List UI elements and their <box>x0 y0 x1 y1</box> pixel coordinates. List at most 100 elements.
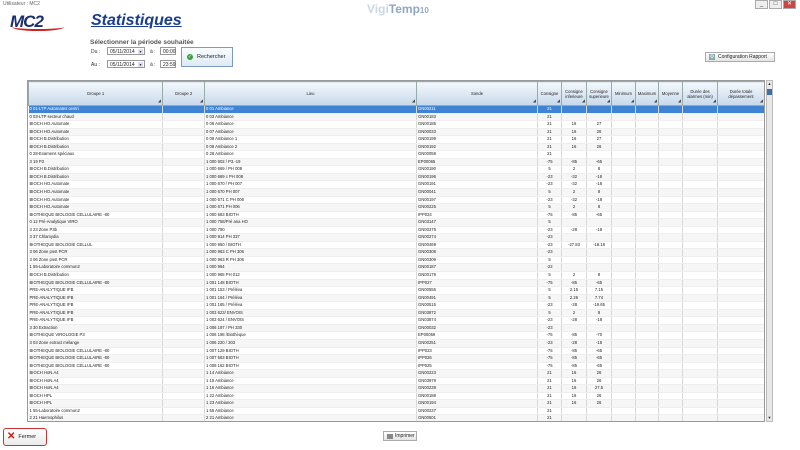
maximize-button[interactable]: □ <box>769 0 782 9</box>
table-row[interactable]: 3 03 Zone extract mélange 1 006 220 / 303… <box>28 339 764 348</box>
sort-icon[interactable]: ◢ <box>631 98 634 103</box>
column-header[interactable]: Durée totale dépassement ◢ <box>717 81 764 106</box>
table-row[interactable]: 0 01-LTP Automates centri 0 01 Ambiance GN… <box>28 105 764 114</box>
table-row[interactable]: 3 06 Zone post PCR 1 000 963 R PH 306 GN00… <box>28 256 764 265</box>
table-row[interactable]: BIOTHEQUE BIOLOGIE CELLULAIRE -80 1 007 5… <box>28 354 764 363</box>
calendar-dropdown-icon[interactable]: ▾ <box>138 62 143 67</box>
table-row[interactable]: BIOCH HO.Automate 1 000 670 PH 007 GN00041… <box>28 188 764 197</box>
table-row[interactable]: 2 21 Haemophilus 2 21 Ambiance GN00501 21 <box>28 414 764 421</box>
column-header[interactable]: Consigne superieure ◢ <box>586 81 612 106</box>
table-row[interactable]: BIOTHEQUE VIROLOGIE P3 1 006 198 /Biothèq… <box>28 331 764 340</box>
minimize-button[interactable]: _ <box>755 0 768 9</box>
table-row[interactable]: BIOTHEQUE BIOLOGIE CELLUL 1 000 950 / BIO… <box>28 241 764 250</box>
table-row[interactable]: BIOCH B.Distribution 0 08 Ambiance 1 GN001… <box>28 135 764 144</box>
table-row[interactable]: PRE-ANALYTIQUE IFB 1 001 164 / Préléva GN0… <box>28 294 764 303</box>
table-row[interactable]: BIOCH HoN.A4 1 15 Ambiance GN03979 21 16 26 <box>28 377 764 386</box>
table-cell: BIOCH HO.Automate <box>28 180 163 189</box>
table-row[interactable]: 0 03-LTP secteur chaud 0 03 Ambiance GN001… <box>28 113 764 122</box>
table-row[interactable]: BIOCH HPL 1 23 Ambiance GN00194 21 16 26 <box>28 399 764 408</box>
column-header[interactable]: Minimum ◢ <box>611 81 636 106</box>
table-row[interactable]: BIOCH B.Distribution 0 08 Ambiance 2 GN001… <box>28 143 764 152</box>
table-row[interactable]: PRE-ANALYTIQUE IFB 1 001 165 / Préléva GN0… <box>28 301 764 310</box>
table-cell <box>717 135 764 144</box>
column-header[interactable]: Lieu ◢ <box>204 81 417 106</box>
table-row[interactable]: BIOCH HO.Automate 1 000 670 / PH 007 GN001… <box>28 180 764 189</box>
calendar-dropdown-icon[interactable]: ▾ <box>138 49 143 54</box>
sort-icon[interactable]: ◢ <box>582 98 585 103</box>
table-row[interactable]: 1 55-Laboratoire commun2 1 000 964 GN00187… <box>28 263 764 273</box>
table-cell <box>658 263 683 273</box>
column-header[interactable]: Consigne inferieure ◢ <box>561 81 587 106</box>
table-cell <box>162 256 205 265</box>
scroll-thumb[interactable] <box>767 89 772 95</box>
sort-icon[interactable]: ◢ <box>158 98 161 103</box>
table-row[interactable]: BIOCH HO.Automate 0 07 Ambiance GN00033 21 1… <box>28 128 764 137</box>
sort-icon[interactable]: ◢ <box>678 98 681 103</box>
table-row[interactable]: BIOCH HO.Automate 0 06 Ambiance GN00185 21 1… <box>28 120 764 129</box>
table-cell: BIOCH HO.Automate <box>28 196 163 205</box>
table-row[interactable]: BIOTHEQUE BIOLOGIE CELLULAIRE -80 1 001 1… <box>28 279 764 288</box>
table-row[interactable]: 1 55-Laboratoire commun2 1 55 Ambiance GN0… <box>28 407 764 416</box>
table-cell <box>682 347 718 356</box>
table-row[interactable]: BIOCH B.Distribution 1 000 669 c PH 008 GN… <box>28 173 764 182</box>
sort-icon[interactable]: ◢ <box>713 98 716 103</box>
column-header[interactable]: Moyenne ◢ <box>658 81 683 106</box>
search-button[interactable]: ✓ Rechercher <box>181 47 233 67</box>
table-row[interactable]: BIOCH HPL 1 22 Ambiance GN00188 21 16 26 <box>28 392 764 401</box>
table-cell <box>717 414 764 421</box>
table-scrollbar[interactable]: ▲ ▼ <box>766 80 773 422</box>
close-button[interactable]: ✕ Fermer <box>3 428 47 446</box>
table-cell <box>658 203 683 212</box>
to-date-field[interactable]: 05/11/2014 ▾ <box>107 60 145 68</box>
sort-icon[interactable]: ◢ <box>533 98 536 103</box>
from-date-field[interactable]: 05/11/2014 ▾ <box>107 47 145 55</box>
scroll-up-icon[interactable]: ▲ <box>767 81 772 87</box>
column-header[interactable]: Groupe 1 ◢ <box>28 81 163 106</box>
column-header[interactable]: Durée des alarmes (min) ◢ <box>682 81 718 106</box>
scroll-down-icon[interactable]: ▼ <box>767 415 772 421</box>
sort-icon[interactable]: ◢ <box>557 98 560 103</box>
column-header[interactable]: Sonde ◢ <box>416 81 538 106</box>
table-row[interactable]: PRE-ANALYTIQUE IFB 1 003 624 / ENVOIS GN03… <box>28 316 764 325</box>
table-row[interactable]: 0 28-Examens spéciaux 0 28 Ambiance GN0005… <box>28 150 764 159</box>
sort-icon[interactable]: ◢ <box>607 98 610 103</box>
table-row[interactable]: 3 06 Zone post PCR 1 000 963 C PH 306 GN00… <box>28 248 764 257</box>
table-cell <box>635 392 659 401</box>
table-row[interactable]: BIOCH HO.Automate 1 000 671 PH 006 GN00225… <box>28 203 764 212</box>
table-row[interactable]: PRE-ANALYTIQUE IFB 1 001 153 / Préléva GN0… <box>28 286 764 295</box>
table-cell <box>635 263 659 273</box>
table-cell: BIOCH HPL <box>28 392 163 401</box>
column-header[interactable]: Groupe 2 ◢ <box>162 81 205 106</box>
table-cell: -85 <box>561 158 587 167</box>
table-row[interactable]: PRE-ANALYTIQUE IFB 1 003 623/ ENVOIS GN038… <box>28 309 764 318</box>
table-row[interactable]: BIOTHEQUE BIOLOGIE CELLULAIRE -80 1 000 6… <box>28 211 764 220</box>
table-row[interactable]: BIOCH HO.Automate 1 000 671 C PH 006 GN001… <box>28 196 764 205</box>
column-header[interactable]: Consigne ◢ <box>537 81 562 106</box>
sort-icon[interactable]: ◢ <box>654 98 657 103</box>
table-row[interactable]: 3 37 Chlamydia 1 000 914 PH 337 GN00274 -23 <box>28 233 764 242</box>
from-time-field[interactable]: 00:00 <box>160 47 176 55</box>
sort-icon[interactable]: ◢ <box>412 98 415 103</box>
table-cell <box>682 226 718 235</box>
table-cell <box>635 226 659 235</box>
table-row[interactable]: BIOCH HoN.A4 1 14 Ambiance GN00223 21 16 26 <box>28 369 764 378</box>
table-row[interactable]: 3 19 P3 1 000 602 / P3.-19 EP00065 -75 -85 -6… <box>28 158 764 167</box>
close-window-button[interactable]: ✕ <box>783 0 796 9</box>
table-cell <box>162 173 205 182</box>
table-row[interactable]: BIOCH B.Distribution 1 000 965 PH 012 GN00… <box>28 271 764 280</box>
table-row[interactable]: 0 12 Pré-Analytique VIRO 1 000 758/Pré an… <box>28 218 764 227</box>
table-row[interactable]: 3 23 Zone P3b 1 000 790 GN00275 -23 -28 -18 <box>28 226 764 235</box>
column-header[interactable]: Maximum ◢ <box>635 81 659 106</box>
to-time-field[interactable]: 23:59 <box>160 60 176 68</box>
table-row[interactable]: BIOCH B.Distribution 1 000 669 / PH 008 GN… <box>28 165 764 174</box>
sort-icon[interactable]: ◢ <box>760 98 763 103</box>
table-row[interactable]: BIOTHEQUE BIOLOGIE CELLULAIRE -80 1 008 1… <box>28 362 764 371</box>
table-row[interactable]: BIOCH HoN.A4 1 16 Ambiance GN00239 21 16 27.5 <box>28 384 764 393</box>
table-row[interactable]: BIOTHEQUE BIOLOGIE CELLULAIRE -80 1 007 1… <box>28 347 764 356</box>
table-cell: 0 08 Ambiance 1 <box>204 135 417 144</box>
config-report-button[interactable]: ⚙ Configuration Rapport <box>705 52 775 62</box>
sort-icon[interactable]: ◢ <box>200 98 203 103</box>
print-button[interactable]: Imprimer <box>383 431 417 441</box>
table-cell <box>635 347 659 356</box>
table-row[interactable]: 3 30 Extraction 1 006 197 / PH 330 GN00032… <box>28 324 764 333</box>
